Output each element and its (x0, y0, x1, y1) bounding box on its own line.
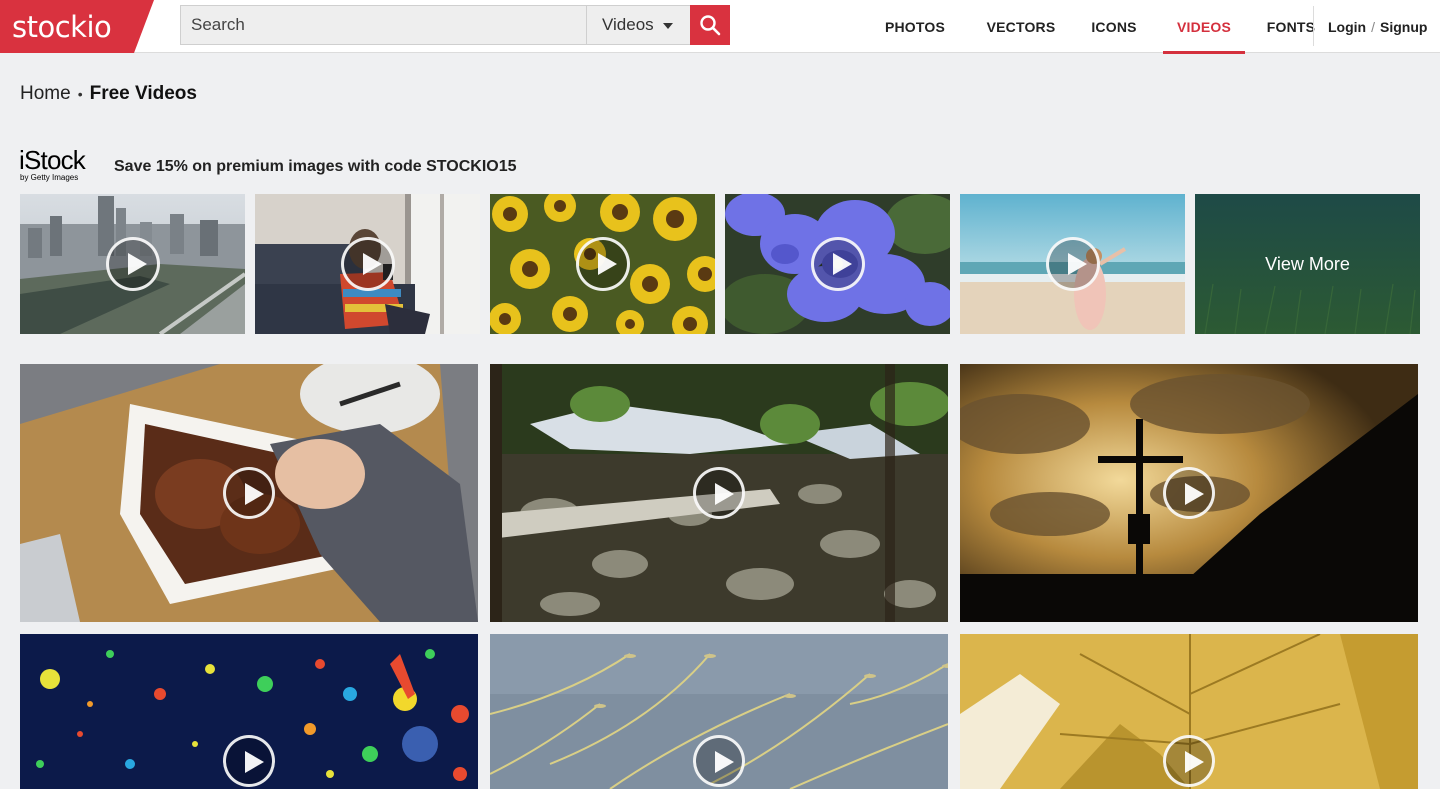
breadcrumb: Home • Free Videos (20, 82, 197, 106)
nav-divider (1313, 6, 1314, 46)
play-icon (693, 735, 745, 787)
search-category-value: Videos (602, 15, 654, 34)
breadcrumb-separator: • (77, 86, 83, 102)
main-nav: PHOTOS VECTORS ICONS VIDEOS FONTS (868, 0, 1331, 54)
search-icon (700, 15, 721, 36)
sponsored-video-beach-woman[interactable] (960, 194, 1185, 334)
play-icon (1045, 237, 1100, 291)
sponsored-video-woman-with-phone[interactable] (255, 194, 480, 334)
sponsored-video-blue-pansy[interactable] (725, 194, 950, 334)
login-link[interactable]: Login (1328, 19, 1366, 35)
nav-fonts[interactable]: FONTS (1251, 0, 1331, 53)
play-icon (223, 735, 275, 787)
play-icon (340, 237, 395, 291)
play-icon (810, 237, 865, 291)
play-icon (1163, 735, 1215, 787)
video-card-yellow-leaf[interactable] (960, 634, 1418, 789)
view-more-label: View More (1265, 253, 1350, 274)
auth-links: Login / Signup (1328, 0, 1427, 53)
video-card-cross-silhouette-sunset[interactable] (960, 364, 1418, 622)
play-icon (1163, 467, 1215, 519)
nav-photos[interactable]: PHOTOS (868, 0, 962, 53)
search-button[interactable] (690, 5, 730, 45)
nav-vectors[interactable]: VECTORS (970, 0, 1072, 53)
promo-text: Save 15% on premium images with code STO… (114, 158, 517, 175)
video-card-grass-seeds[interactable] (490, 634, 948, 789)
sponsored-video-city-aerial[interactable] (20, 194, 245, 334)
nav-icons[interactable]: ICONS (1076, 0, 1152, 53)
sponsored-video-sunflowers[interactable] (490, 194, 715, 334)
logo-text: stockio (12, 10, 111, 44)
video-card-food-in-dish[interactable] (20, 364, 478, 622)
logo-badge-icon: stockio (0, 0, 154, 53)
play-icon (105, 237, 160, 291)
istock-brand: iStock (19, 145, 86, 175)
search-bar: Videos (180, 5, 730, 45)
view-more-tile[interactable]: View More (1195, 194, 1420, 334)
play-icon (575, 237, 630, 291)
breadcrumb-current: Free Videos (89, 83, 197, 104)
play-icon (223, 467, 275, 519)
video-card-paint-dots[interactable] (20, 634, 478, 789)
breadcrumb-home[interactable]: Home (20, 83, 71, 105)
search-input[interactable] (180, 5, 586, 45)
stockio-logo[interactable]: stockio (0, 0, 154, 53)
auth-separator: / (1371, 18, 1375, 35)
nav-videos[interactable]: VIDEOS (1163, 0, 1245, 54)
site-header: stockio Videos PHOTOS VECTORS ICONS VIDE… (0, 0, 1440, 54)
video-card-forest-stream[interactable] (490, 364, 948, 622)
search-category-dropdown[interactable]: Videos (586, 5, 690, 45)
play-icon (693, 467, 745, 519)
caret-down-icon (662, 23, 673, 29)
istock-brand-sub: by Getty Images (20, 173, 79, 182)
istock-logo[interactable]: iStock by Getty Images (19, 146, 103, 184)
signup-link[interactable]: Signup (1380, 19, 1427, 35)
